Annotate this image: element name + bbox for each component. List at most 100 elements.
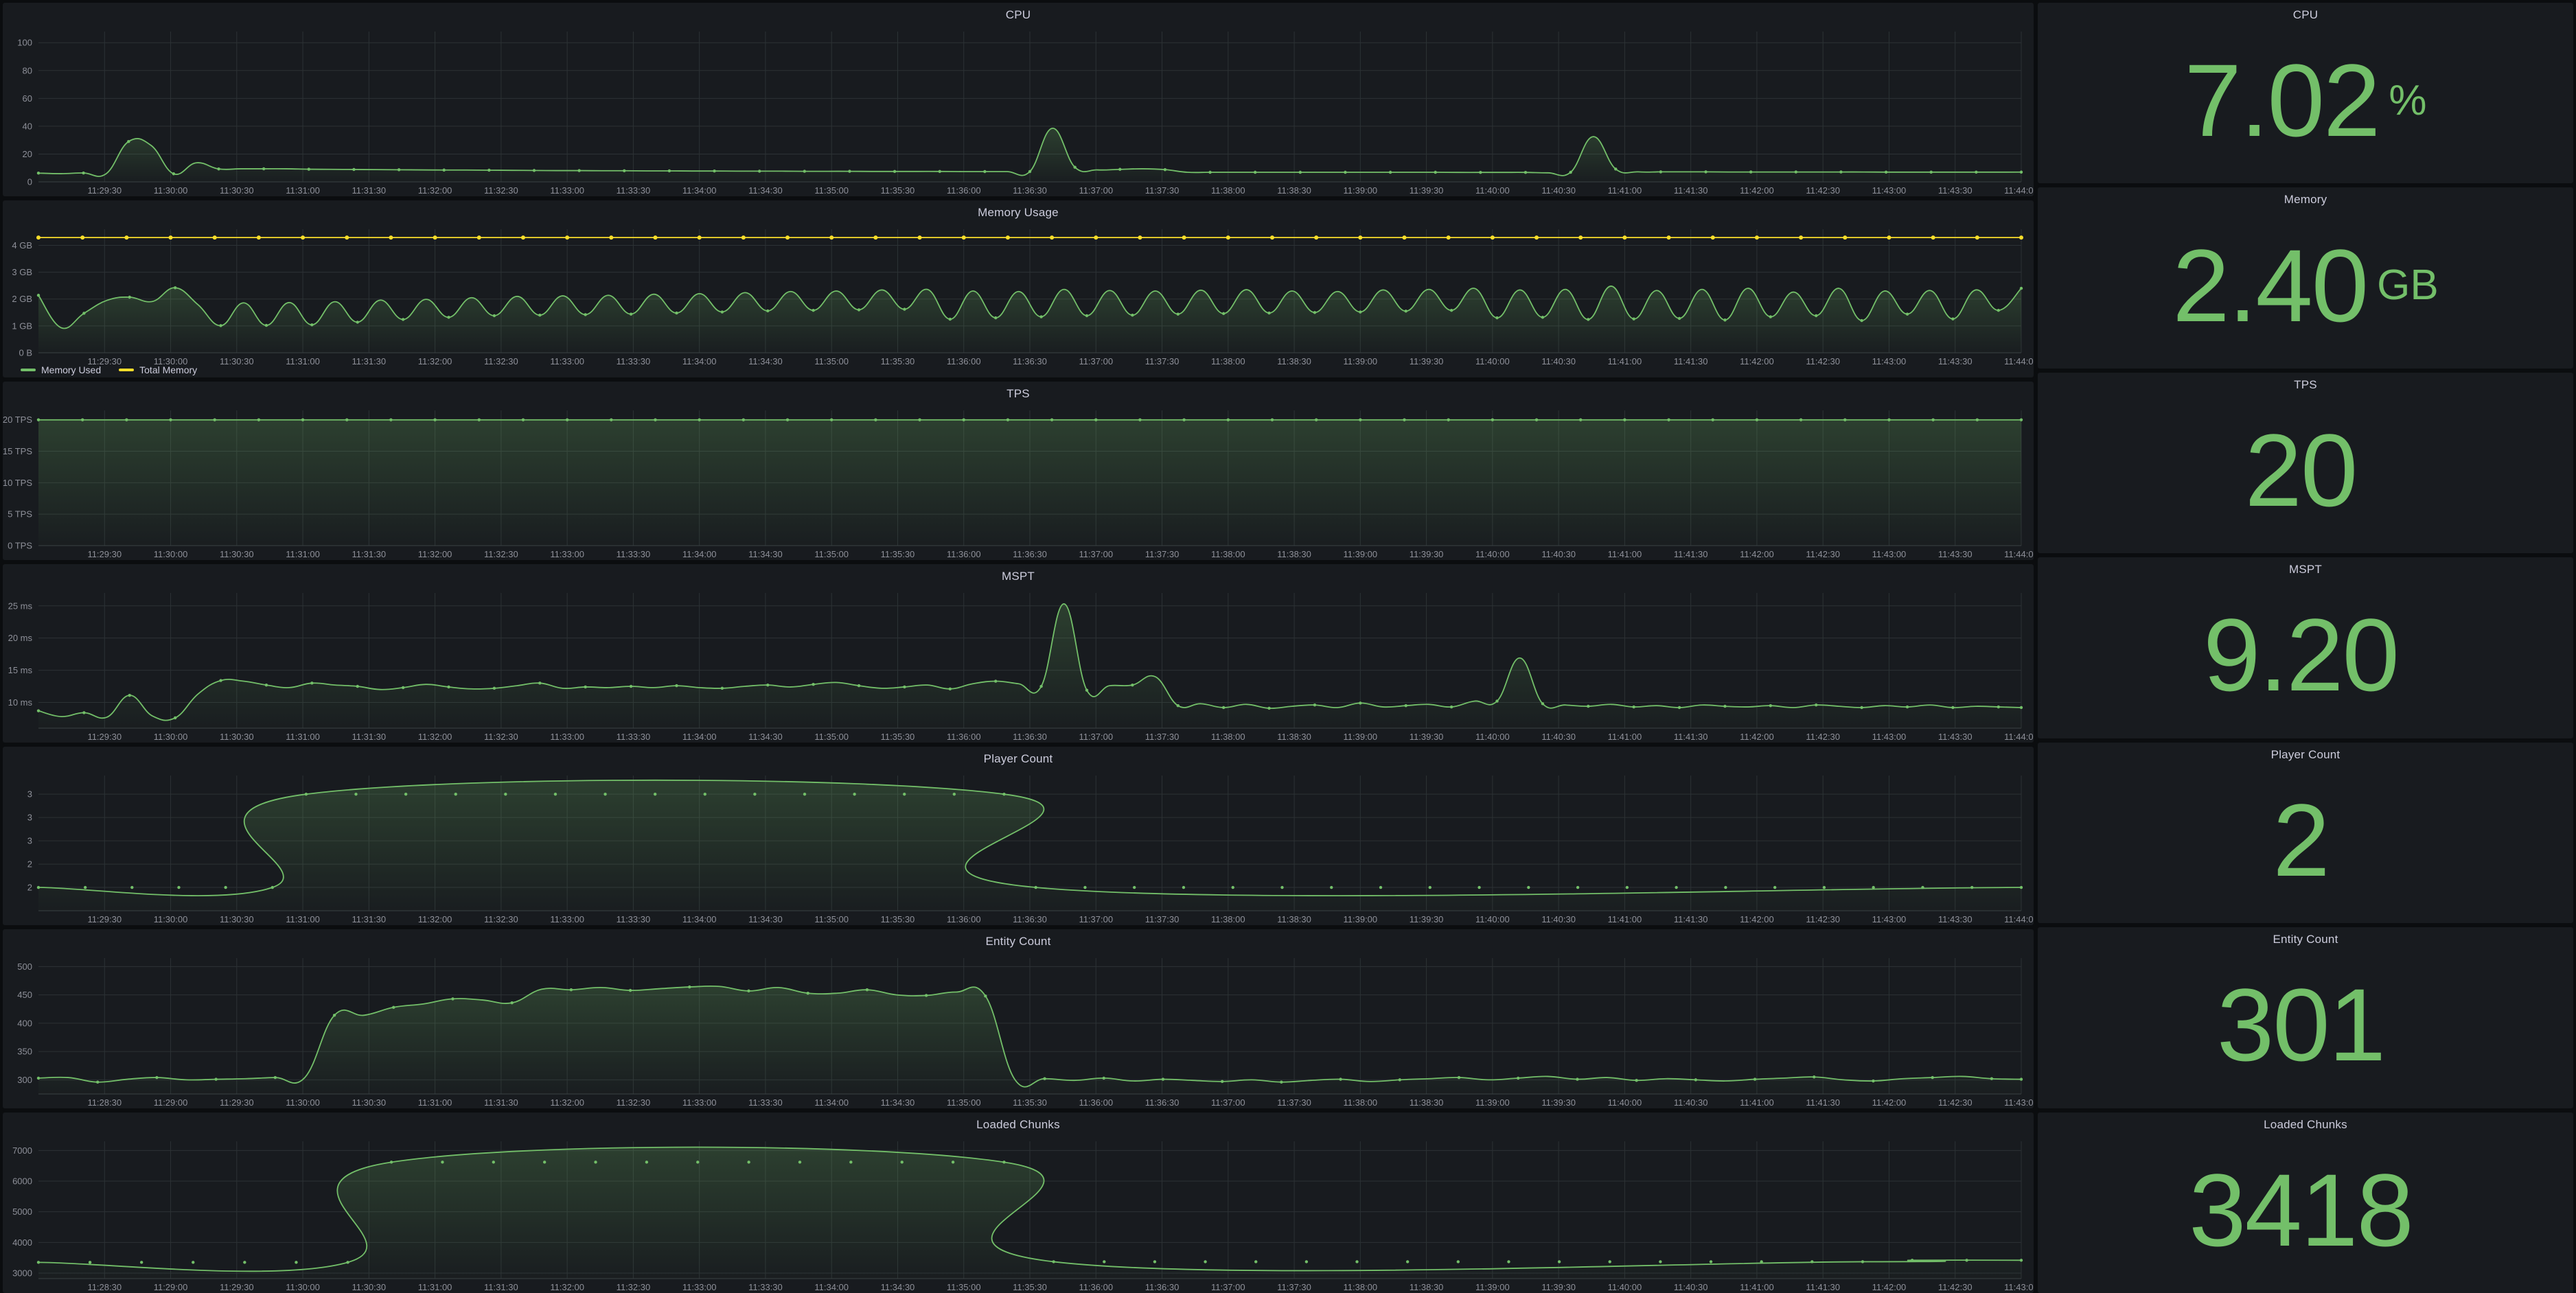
legend-label-memory-used: Memory Used: [41, 364, 101, 375]
panel-memory-usage[interactable]: Memory Usage 0 B1 GB2 GB3 GB4 GB11:29:30…: [3, 200, 2034, 378]
panel-entity-count[interactable]: Entity Count 30035040045050011:28:3011:2…: [3, 929, 2034, 1108]
svg-text:11:44:00: 11:44:00: [2004, 914, 2034, 924]
svg-text:0: 0: [27, 177, 32, 187]
chart-mspt[interactable]: 10 ms15 ms20 ms25 ms11:29:3011:30:0011:3…: [3, 583, 2034, 743]
svg-text:11:29:30: 11:29:30: [87, 914, 122, 924]
svg-text:11:29:30: 11:29:30: [220, 1282, 254, 1292]
timeseries-column: CPU 02040608010011:29:3011:30:0011:30:30…: [3, 3, 2034, 1293]
svg-text:11:36:00: 11:36:00: [947, 732, 981, 742]
panel-cpu[interactable]: CPU 02040608010011:29:3011:30:0011:30:30…: [3, 3, 2034, 196]
svg-text:11:43:30: 11:43:30: [1938, 732, 1973, 742]
svg-text:20 ms: 20 ms: [8, 633, 33, 644]
svg-text:11:42:00: 11:42:00: [1740, 914, 1774, 924]
svg-text:11:34:30: 11:34:30: [748, 185, 783, 196]
panel-tps[interactable]: TPS 0 TPS5 TPS10 TPS15 TPS20 TPS11:29:30…: [3, 382, 2034, 560]
svg-text:11:31:30: 11:31:30: [484, 1282, 518, 1292]
svg-text:11:39:30: 11:39:30: [1541, 1097, 1576, 1108]
stat-panel-mspt[interactable]: MSPT 9.20: [2038, 557, 2573, 738]
svg-text:3: 3: [27, 813, 32, 823]
svg-text:11:32:30: 11:32:30: [617, 1097, 651, 1108]
chart-loaded-chunks[interactable]: 3000400050006000700011:28:3011:29:0011:2…: [3, 1132, 2034, 1293]
svg-text:11:43:30: 11:43:30: [1938, 185, 1973, 196]
svg-text:11:33:30: 11:33:30: [617, 732, 651, 742]
panel-player-count[interactable]: Player Count 3332211:29:3011:30:0011:30:…: [3, 747, 2034, 925]
svg-text:11:41:00: 11:41:00: [1608, 185, 1642, 196]
svg-text:11:44:00: 11:44:00: [2004, 732, 2034, 742]
svg-text:300: 300: [17, 1075, 32, 1085]
svg-text:11:40:30: 11:40:30: [1541, 549, 1576, 559]
svg-text:11:33:30: 11:33:30: [748, 1282, 783, 1292]
svg-text:11:35:00: 11:35:00: [814, 185, 849, 196]
svg-text:11:42:00: 11:42:00: [1872, 1282, 1907, 1292]
svg-text:11:38:00: 11:38:00: [1211, 549, 1245, 559]
stat-value-loaded-chunks: 3418: [2189, 1164, 2413, 1257]
stat-panel-tps[interactable]: TPS 20: [2038, 373, 2573, 553]
svg-text:11:40:30: 11:40:30: [1541, 732, 1576, 742]
svg-text:15 TPS: 15 TPS: [3, 446, 32, 456]
svg-text:11:33:30: 11:33:30: [617, 914, 651, 924]
chart-cpu[interactable]: 02040608010011:29:3011:30:0011:30:3011:3…: [3, 22, 2034, 196]
stat-value-wrap-cpu: 7.02 %: [2038, 22, 2573, 183]
svg-text:11:33:00: 11:33:00: [550, 356, 584, 366]
legend-item-total-memory[interactable]: Total Memory: [119, 364, 197, 375]
svg-text:100: 100: [17, 38, 32, 48]
panel-mspt[interactable]: MSPT 10 ms15 ms20 ms25 ms11:29:3011:30:0…: [3, 564, 2034, 743]
svg-text:11:41:00: 11:41:00: [1608, 356, 1642, 366]
chart-memory-usage[interactable]: 0 B1 GB2 GB3 GB4 GB11:29:3011:30:0011:30…: [3, 220, 2034, 378]
svg-text:5000: 5000: [12, 1207, 32, 1217]
svg-text:11:36:30: 11:36:30: [1013, 914, 1047, 924]
svg-text:11:31:00: 11:31:00: [286, 549, 320, 559]
stat-value-wrap-player-count: 2: [2038, 762, 2573, 923]
stat-value-entity-count: 301: [2217, 979, 2384, 1071]
svg-text:11:31:30: 11:31:30: [352, 914, 387, 924]
svg-text:11:36:30: 11:36:30: [1145, 1097, 1180, 1108]
svg-text:11:43:00: 11:43:00: [1872, 914, 1907, 924]
legend-item-memory-used[interactable]: Memory Used: [21, 364, 101, 375]
svg-text:11:28:30: 11:28:30: [87, 1282, 122, 1292]
stat-panel-memory[interactable]: Memory 2.40 GB: [2038, 187, 2573, 368]
svg-text:11:43:00: 11:43:00: [1872, 185, 1907, 196]
svg-text:11:31:00: 11:31:00: [286, 356, 320, 366]
svg-text:11:40:00: 11:40:00: [1475, 185, 1510, 196]
svg-text:5 TPS: 5 TPS: [8, 509, 32, 520]
stat-title-entity-count: Entity Count: [2038, 927, 2573, 946]
svg-text:11:42:30: 11:42:30: [1806, 356, 1840, 366]
svg-text:11:30:30: 11:30:30: [220, 732, 254, 742]
panel-title-memory-usage: Memory Usage: [3, 200, 2034, 220]
stat-value-memory: 2.40: [2172, 240, 2367, 332]
svg-text:11:35:00: 11:35:00: [814, 732, 849, 742]
svg-text:11:33:30: 11:33:30: [617, 549, 651, 559]
svg-text:350: 350: [17, 1047, 32, 1057]
svg-text:11:33:00: 11:33:00: [550, 185, 584, 196]
svg-text:11:35:00: 11:35:00: [814, 549, 849, 559]
stat-panel-player-count[interactable]: Player Count 2: [2038, 743, 2573, 923]
svg-text:11:37:30: 11:37:30: [1277, 1097, 1311, 1108]
svg-text:3: 3: [27, 836, 32, 846]
chart-tps[interactable]: 0 TPS5 TPS10 TPS15 TPS20 TPS11:29:3011:3…: [3, 401, 2034, 560]
stat-panel-cpu[interactable]: CPU 7.02 %: [2038, 3, 2573, 183]
svg-text:11:30:00: 11:30:00: [154, 732, 188, 742]
svg-text:11:28:30: 11:28:30: [87, 1097, 122, 1108]
svg-text:11:44:00: 11:44:00: [2004, 356, 2034, 366]
chart-player-count[interactable]: 3332211:29:3011:30:0011:30:3011:31:0011:…: [3, 766, 2034, 925]
svg-text:2: 2: [27, 883, 32, 893]
svg-text:11:34:00: 11:34:00: [682, 732, 717, 742]
panel-loaded-chunks[interactable]: Loaded Chunks 3000400050006000700011:28:…: [3, 1113, 2034, 1293]
svg-text:11:35:00: 11:35:00: [947, 1097, 981, 1108]
svg-text:11:39:00: 11:39:00: [1475, 1282, 1510, 1292]
svg-text:11:37:30: 11:37:30: [1145, 914, 1180, 924]
svg-text:11:36:00: 11:36:00: [1079, 1097, 1113, 1108]
legend-memory-usage: Memory Used Total Memory: [21, 364, 197, 375]
svg-text:11:38:30: 11:38:30: [1277, 914, 1311, 924]
stat-panel-entity-count[interactable]: Entity Count 301: [2038, 927, 2573, 1108]
legend-swatch-memory-used: [21, 369, 36, 371]
svg-text:11:31:00: 11:31:00: [286, 732, 320, 742]
stat-panel-loaded-chunks[interactable]: Loaded Chunks 3418: [2038, 1113, 2573, 1293]
svg-text:60: 60: [23, 93, 32, 104]
svg-text:11:34:30: 11:34:30: [748, 732, 783, 742]
svg-text:11:40:30: 11:40:30: [1541, 185, 1576, 196]
chart-entity-count[interactable]: 30035040045050011:28:3011:29:0011:29:301…: [3, 948, 2034, 1108]
svg-text:11:41:00: 11:41:00: [1608, 549, 1642, 559]
svg-text:11:30:30: 11:30:30: [220, 356, 254, 366]
stats-column: CPU 7.02 % Memory 2.40 GB TPS 20 MSPT 9.…: [2038, 3, 2573, 1293]
